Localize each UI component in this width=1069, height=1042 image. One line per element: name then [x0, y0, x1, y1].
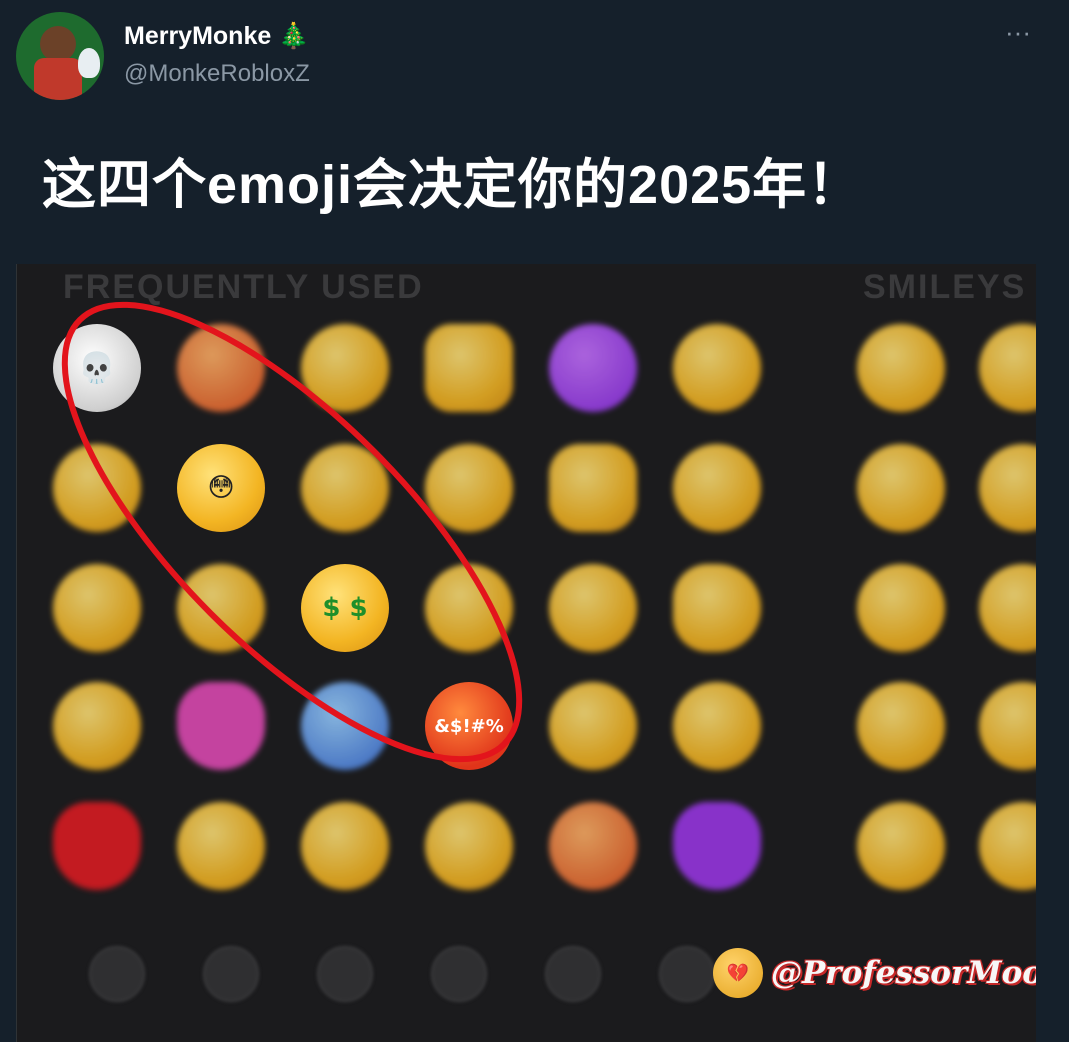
sleeping-face-emoji	[53, 444, 141, 532]
beaming-face-emoji	[857, 564, 945, 652]
travel-tab-icon	[659, 946, 715, 1002]
cowboy-face-emoji	[177, 802, 265, 890]
grinning-sweat-emoji	[857, 682, 945, 770]
activity-tab-icon	[545, 946, 601, 1002]
tired-face-emoji	[425, 802, 513, 890]
grinning-big-eyes-emoji	[857, 444, 945, 532]
animals-tab-icon	[317, 946, 373, 1002]
grinning-face-emoji	[857, 324, 945, 412]
watermark: 💔 @ProfessorMoody	[713, 948, 1036, 998]
smiling-hearts-emoji	[301, 802, 389, 890]
downcast-sweat-emoji	[425, 564, 513, 652]
yawning-face-emoji	[673, 444, 761, 532]
avatar-ghost	[78, 48, 100, 78]
watermark-text: @ProfessorMoody	[771, 955, 1036, 991]
vomiting-face-emoji	[301, 444, 389, 532]
sweat-smile-emoji	[979, 802, 1036, 890]
smile-emoji	[979, 444, 1036, 532]
zany-face-emoji	[549, 564, 637, 652]
skull-emoji: 💀	[53, 324, 141, 412]
sleepy-emoji	[979, 682, 1036, 770]
money-mouth-emoji: $ $	[301, 564, 389, 652]
more-options-icon[interactable]: ···	[998, 19, 1038, 50]
smileys-tab-icon	[203, 946, 259, 1002]
purple-heart-emoji	[673, 802, 761, 890]
avatar-face	[40, 26, 76, 62]
flushed-face-emoji: 😳	[177, 444, 265, 532]
grin-emoji	[673, 682, 761, 770]
food-tab-icon	[431, 946, 487, 1002]
screaming-face-emoji	[301, 682, 389, 770]
sweat-face-emoji	[177, 324, 265, 412]
avatar-body	[34, 58, 82, 100]
section-label-smileys: SMILEYS	[863, 268, 1027, 306]
waving-hand-emoji	[549, 444, 637, 532]
fist-emoji	[425, 324, 513, 412]
rofl-emoji	[979, 564, 1036, 652]
smiley-emoji	[979, 324, 1036, 412]
tweet-image[interactable]: FREQUENTLY USED SMILEYS 💀 😳 $ $ &$!#% 💔 …	[16, 264, 1036, 1042]
tweet-text: 这四个emoji会决定你的2025年！	[42, 155, 863, 215]
tears-of-joy-emoji	[549, 682, 637, 770]
disappointed-face-emoji	[53, 682, 141, 770]
avatar[interactable]	[16, 12, 104, 100]
saluting-face-emoji	[673, 564, 761, 652]
devil-emoji	[549, 324, 637, 412]
recent-clock-icon	[89, 946, 145, 1002]
squinting-face-emoji	[857, 802, 945, 890]
pleading-face-emoji	[53, 564, 141, 652]
broken-heart-face-icon: 💔	[713, 948, 763, 998]
cursing-symbols: &$!#%	[434, 715, 504, 737]
section-label-frequently-used: FREQUENTLY USED	[63, 268, 424, 306]
heart-eyes-emoji	[549, 802, 637, 890]
peeking-face-emoji	[177, 564, 265, 652]
glowing-star-emoji	[425, 444, 513, 532]
revolving-hearts-emoji	[177, 682, 265, 770]
crying-face-emoji	[301, 324, 389, 412]
red-heart-emoji	[53, 802, 141, 890]
user-handle[interactable]: @MonkeRobloxZ	[124, 60, 310, 88]
cursing-face-emoji: &$!#%	[425, 682, 513, 770]
display-name[interactable]: MerryMonke 🎄	[124, 22, 309, 51]
nerd-face-emoji	[673, 324, 761, 412]
